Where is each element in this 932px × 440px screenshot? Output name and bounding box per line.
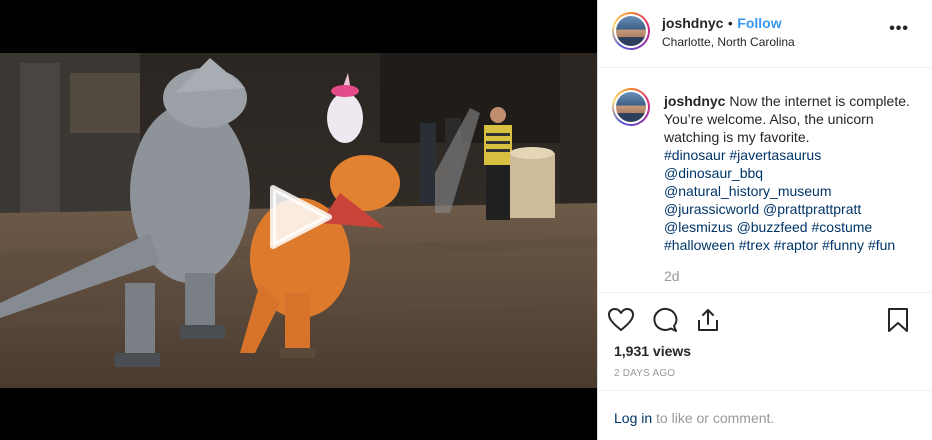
post-header: joshdnyc • Follow Charlotte, North Carol… (598, 0, 932, 68)
instagram-post: joshdnyc • Follow Charlotte, North Carol… (0, 0, 932, 440)
action-bar: 1,931 views 2 DAYS AGO (598, 292, 932, 390)
hashtag-link[interactable]: #fun (868, 237, 895, 253)
hashtag-link[interactable]: #trex (739, 237, 770, 253)
login-link[interactable]: Log in (614, 410, 652, 426)
hashtag-link[interactable]: #costume (812, 219, 873, 235)
caption-username[interactable]: joshdnyc (664, 93, 725, 109)
caption-time[interactable]: 2d (664, 268, 680, 284)
more-options-button[interactable]: ••• (889, 20, 909, 38)
hashtag-link[interactable]: #halloween (664, 237, 735, 253)
mention-link[interactable]: @lesmizus (664, 219, 733, 235)
location-link[interactable]: Charlotte, North Carolina (662, 35, 795, 49)
login-prompt-text: Log in to like or comment. (614, 410, 774, 426)
post-date[interactable]: 2 DAYS AGO (614, 368, 675, 379)
caption-tags: #dinosaur #javertasaurus @dinosaur_bbq @… (664, 147, 895, 253)
mention-link[interactable]: @jurassicworld (664, 201, 759, 217)
post-sidebar: joshdnyc • Follow Charlotte, North Carol… (597, 0, 932, 440)
hashtag-link[interactable]: #raptor (774, 237, 818, 253)
follow-button[interactable]: Follow (737, 15, 781, 31)
header-title-row: joshdnyc • Follow (662, 15, 782, 33)
share-icon[interactable] (694, 306, 722, 334)
mention-link[interactable]: @prattprattpratt (763, 201, 861, 217)
login-rest-text: to like or comment. (652, 410, 775, 426)
comment-avatar[interactable] (612, 88, 650, 126)
mention-link[interactable]: @buzzfeed (737, 219, 808, 235)
username[interactable]: joshdnyc (662, 15, 723, 31)
avatar[interactable] (612, 12, 650, 50)
comment-icon[interactable] (651, 306, 679, 334)
mention-link[interactable]: @natural_history_museum (664, 183, 832, 199)
heart-icon[interactable] (607, 306, 635, 334)
hashtag-link[interactable]: #funny (822, 237, 864, 253)
video-player[interactable] (0, 0, 597, 440)
mention-link[interactable]: @dinosaur_bbq (664, 165, 763, 181)
view-count: 1,931 views (614, 343, 692, 359)
play-icon[interactable] (267, 184, 333, 250)
bookmark-icon[interactable] (884, 306, 912, 334)
hashtag-link[interactable]: #dinosaur (664, 147, 726, 163)
caption: joshdnyc Now the internet is complete. Y… (664, 92, 914, 254)
separator-dot: • (727, 15, 733, 31)
login-prompt: Log in to like or comment. (598, 390, 932, 440)
hashtag-link[interactable]: #javertasaurus (729, 147, 821, 163)
